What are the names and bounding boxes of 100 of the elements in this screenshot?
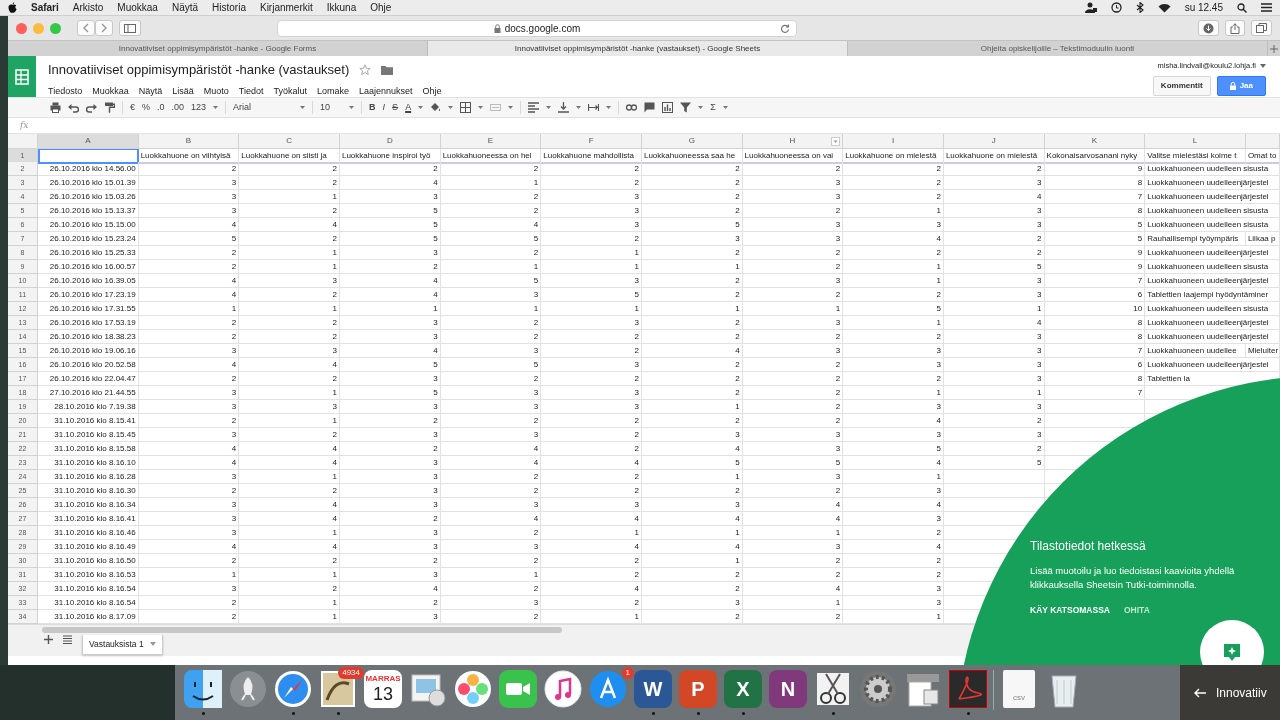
- table-cell[interactable]: 4: [641, 442, 743, 456]
- table-cell[interactable]: 1: [641, 260, 743, 274]
- table-cell[interactable]: 3: [843, 596, 944, 610]
- table-cell[interactable]: 5: [339, 358, 441, 372]
- smiling-face-icon[interactable]: [184, 670, 222, 708]
- table-cell[interactable]: 4: [339, 274, 441, 288]
- table-cell[interactable]: 4: [339, 176, 441, 190]
- menu-item[interactable]: Näytä: [138, 84, 163, 98]
- table-cell[interactable]: 4: [943, 190, 1045, 204]
- clock-text[interactable]: su 12.45: [1184, 0, 1223, 15]
- table-cell[interactable]: 2: [339, 260, 441, 274]
- table-cell[interactable]: 3: [742, 218, 844, 232]
- table-cell[interactable]: 2: [541, 162, 642, 176]
- text-wrap-icon[interactable]: [588, 102, 600, 113]
- header-cell[interactable]: Luokkahuoneessa saa he: [641, 148, 743, 164]
- table-cell[interactable]: 1: [843, 274, 944, 288]
- menu-item[interactable]: Laajennukset: [359, 84, 413, 98]
- table-cell[interactable]: Luokkahuoneen uudelleen sisusta: [1145, 260, 1280, 274]
- table-cell[interactable]: 26.10.2016 klo 15.03.26: [38, 190, 139, 204]
- browser-tab[interactable]: Ohjeita opiskelijoille – Tekstimoduulin luonti: [848, 41, 1268, 56]
- table-cell[interactable]: 1: [742, 526, 844, 540]
- table-cell[interactable]: 3: [339, 316, 441, 330]
- table-cell[interactable]: 5: [440, 232, 542, 246]
- table-cell[interactable]: 4: [239, 358, 340, 372]
- table-cell[interactable]: 2: [339, 442, 441, 456]
- header-cell[interactable]: Luokkahuone on mielestä: [843, 148, 944, 164]
- table-cell[interactable]: 5: [641, 218, 743, 232]
- table-cell[interactable]: 2: [943, 442, 1045, 456]
- rocket-icon[interactable]: [229, 670, 267, 708]
- header-cell[interactable]: Luokkahuone on mielestä: [943, 148, 1045, 164]
- table-cell[interactable]: 2: [138, 372, 240, 386]
- table-cell[interactable]: 2: [541, 442, 642, 456]
- undo-icon[interactable]: [68, 102, 79, 113]
- table-cell[interactable]: 2: [742, 568, 844, 582]
- column-header[interactable]: D: [339, 134, 441, 149]
- table-cell[interactable]: 1: [239, 568, 340, 582]
- header-cell[interactable]: Valitse mielestäsi kolme t: [1145, 148, 1246, 164]
- table-cell[interactable]: 2: [943, 414, 1045, 428]
- tabs-button[interactable]: [1251, 20, 1272, 36]
- table-cell[interactable]: 3: [943, 358, 1045, 372]
- table-cell[interactable]: 31.10.2016 klo 8.15.45: [38, 428, 139, 442]
- table-cell[interactable]: 3: [943, 204, 1045, 218]
- table-cell[interactable]: 26.10.2016 klo 16.00.57: [38, 260, 139, 274]
- table-cell[interactable]: 1: [843, 260, 944, 274]
- menu-item[interactable]: Lisää: [172, 84, 194, 98]
- table-cell[interactable]: 8: [1044, 204, 1146, 218]
- table-cell[interactable]: 2: [742, 246, 844, 260]
- table-cell[interactable]: 3: [943, 288, 1045, 302]
- table-cell[interactable]: 7: [1044, 274, 1146, 288]
- table-cell[interactable]: 3: [440, 288, 542, 302]
- header-cell[interactable]: Omat to: [1245, 148, 1280, 164]
- table-cell[interactable]: 26.10.2016 klo 19.06.16: [38, 344, 139, 358]
- number-format-button[interactable]: .00: [171, 100, 185, 115]
- table-cell[interactable]: 3: [541, 498, 642, 512]
- table-cell[interactable]: 5: [440, 358, 542, 372]
- header-cell[interactable]: Luokkahuone on siisti ja: [239, 148, 340, 164]
- menu-item[interactable]: Näytä: [171, 0, 199, 15]
- table-cell[interactable]: 3: [843, 512, 944, 526]
- header-cell[interactable]: Luokkahuone on viihtyisä: [138, 148, 240, 164]
- table-cell[interactable]: 4: [138, 540, 240, 554]
- table-cell[interactable]: 5: [339, 204, 441, 218]
- table-cell[interactable]: 2: [641, 204, 743, 218]
- table-cell[interactable]: 4: [641, 512, 743, 526]
- link-icon[interactable]: [626, 102, 638, 113]
- column-header[interactable]: A: [38, 134, 139, 149]
- plus-icon[interactable]: [44, 635, 53, 644]
- strikethrough-button[interactable]: S: [392, 100, 399, 115]
- table-cell[interactable]: 1: [742, 596, 844, 610]
- table-cell[interactable]: 3: [138, 582, 240, 596]
- table-cell[interactable]: 4: [641, 540, 743, 554]
- table-cell[interactable]: 5: [138, 232, 240, 246]
- table-cell[interactable]: 3: [943, 400, 1045, 414]
- table-cell[interactable]: 1: [239, 386, 340, 400]
- letter-document-icon[interactable]: W: [634, 670, 672, 708]
- table-cell[interactable]: 5: [541, 288, 642, 302]
- table-cell[interactable]: 8: [1044, 372, 1146, 386]
- empty-cell[interactable]: [1044, 400, 1146, 414]
- table-cell[interactable]: Luokkahuoneen uudelleenjärjestel: [1145, 246, 1280, 260]
- table-cell[interactable]: 1: [541, 526, 642, 540]
- browser-tab[interactable]: Innovatiiviset oppimisympäristöt -hanke (vastaukset) - Google Sheets: [428, 41, 848, 56]
- number-format-button[interactable]: .0: [157, 100, 165, 115]
- table-cell[interactable]: 2: [641, 582, 743, 596]
- table-cell[interactable]: 3: [239, 344, 340, 358]
- table-cell[interactable]: 2: [843, 372, 944, 386]
- table-cell[interactable]: 26.10.2016 klo 16.39.05: [38, 274, 139, 288]
- table-cell[interactable]: 3: [339, 190, 441, 204]
- table-cell[interactable]: 5: [843, 302, 944, 316]
- table-cell[interactable]: 2: [440, 162, 542, 176]
- table-cell[interactable]: 2: [541, 330, 642, 344]
- table-cell[interactable]: 5: [339, 386, 441, 400]
- table-cell[interactable]: 3: [339, 330, 441, 344]
- table-cell[interactable]: 1: [138, 302, 240, 316]
- table-cell[interactable]: 4: [943, 316, 1045, 330]
- table-cell[interactable]: 2: [138, 260, 240, 274]
- table-cell[interactable]: 26.10.2016 klo 14.56.00: [38, 162, 139, 176]
- table-cell[interactable]: 4: [843, 540, 944, 554]
- table-cell[interactable]: 9: [1044, 246, 1146, 260]
- table-cell[interactable]: 3: [339, 470, 441, 484]
- header-cell[interactable]: Luokkahuone inspiroi työ: [339, 148, 441, 164]
- table-cell[interactable]: 4: [239, 540, 340, 554]
